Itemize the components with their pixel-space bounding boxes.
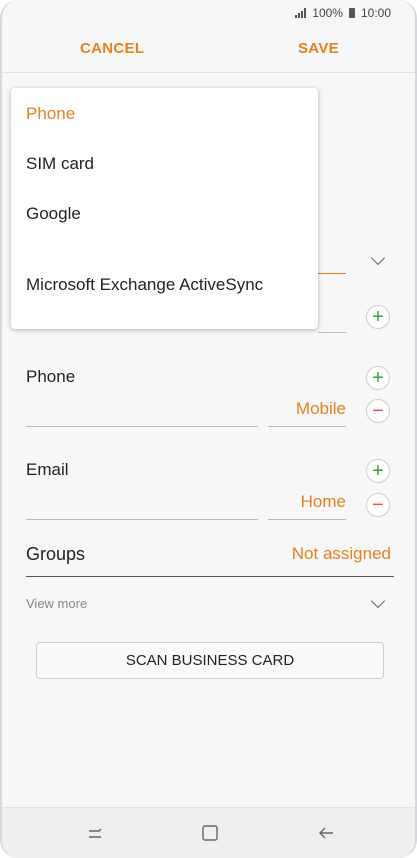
save-button[interactable]: SAVE: [298, 40, 339, 57]
menu-item-phone[interactable]: Phone: [26, 104, 75, 124]
chevron-down-icon[interactable]: [370, 250, 386, 266]
remove-phone-button[interactable]: −: [366, 399, 390, 423]
status-indicators: 100% 10:00: [295, 6, 391, 20]
phone-label: Phone: [26, 367, 76, 386]
battery-percent: 100%: [312, 6, 343, 20]
groups-label: Groups: [26, 544, 86, 564]
view-more-chevron-icon[interactable]: [370, 593, 386, 609]
phone-input[interactable]: [26, 426, 258, 427]
back-icon[interactable]: [315, 822, 337, 844]
add-circle-icon[interactable]: +: [366, 305, 390, 329]
add-phone-button[interactable]: +: [366, 366, 390, 390]
signal-icon: [295, 8, 307, 18]
remove-email-button[interactable]: −: [366, 493, 390, 517]
groups-selector[interactable]: Not assigned: [292, 544, 391, 564]
clock: 10:00: [360, 6, 391, 20]
navigation-bar: [2, 807, 415, 858]
action-bar: CANCEL SAVE: [2, 28, 415, 72]
email-type-underline: [268, 519, 346, 520]
recent-apps-icon[interactable]: [84, 822, 106, 844]
menu-item-google[interactable]: Google: [26, 204, 81, 224]
email-type-selector[interactable]: Home: [268, 492, 346, 512]
view-more-link[interactable]: View more: [26, 596, 87, 611]
groups-divider: [26, 576, 394, 577]
screen: 100% 10:00 CANCEL SAVE + Phone + Mobile …: [0, 0, 417, 858]
phone-type-selector[interactable]: Mobile: [268, 399, 346, 419]
menu-item-sim-card[interactable]: SIM card: [26, 154, 94, 174]
field-underline: [318, 332, 346, 333]
email-input[interactable]: [26, 519, 258, 520]
name-field-underline: [318, 273, 346, 274]
home-icon[interactable]: [199, 822, 221, 844]
scan-business-card-button[interactable]: SCAN BUSINESS CARD: [36, 642, 384, 679]
account-dropdown-menu: Phone SIM card Google Microsoft Exchange…: [11, 88, 318, 329]
menu-item-exchange[interactable]: Microsoft Exchange ActiveSync: [26, 275, 263, 295]
header-divider: [2, 72, 415, 73]
battery-icon: [348, 8, 355, 18]
email-label: Email: [26, 460, 69, 479]
cancel-button[interactable]: CANCEL: [80, 40, 144, 57]
status-bar: 100% 10:00: [2, 0, 415, 28]
phone-type-underline: [268, 426, 346, 427]
add-email-button[interactable]: +: [366, 459, 390, 483]
